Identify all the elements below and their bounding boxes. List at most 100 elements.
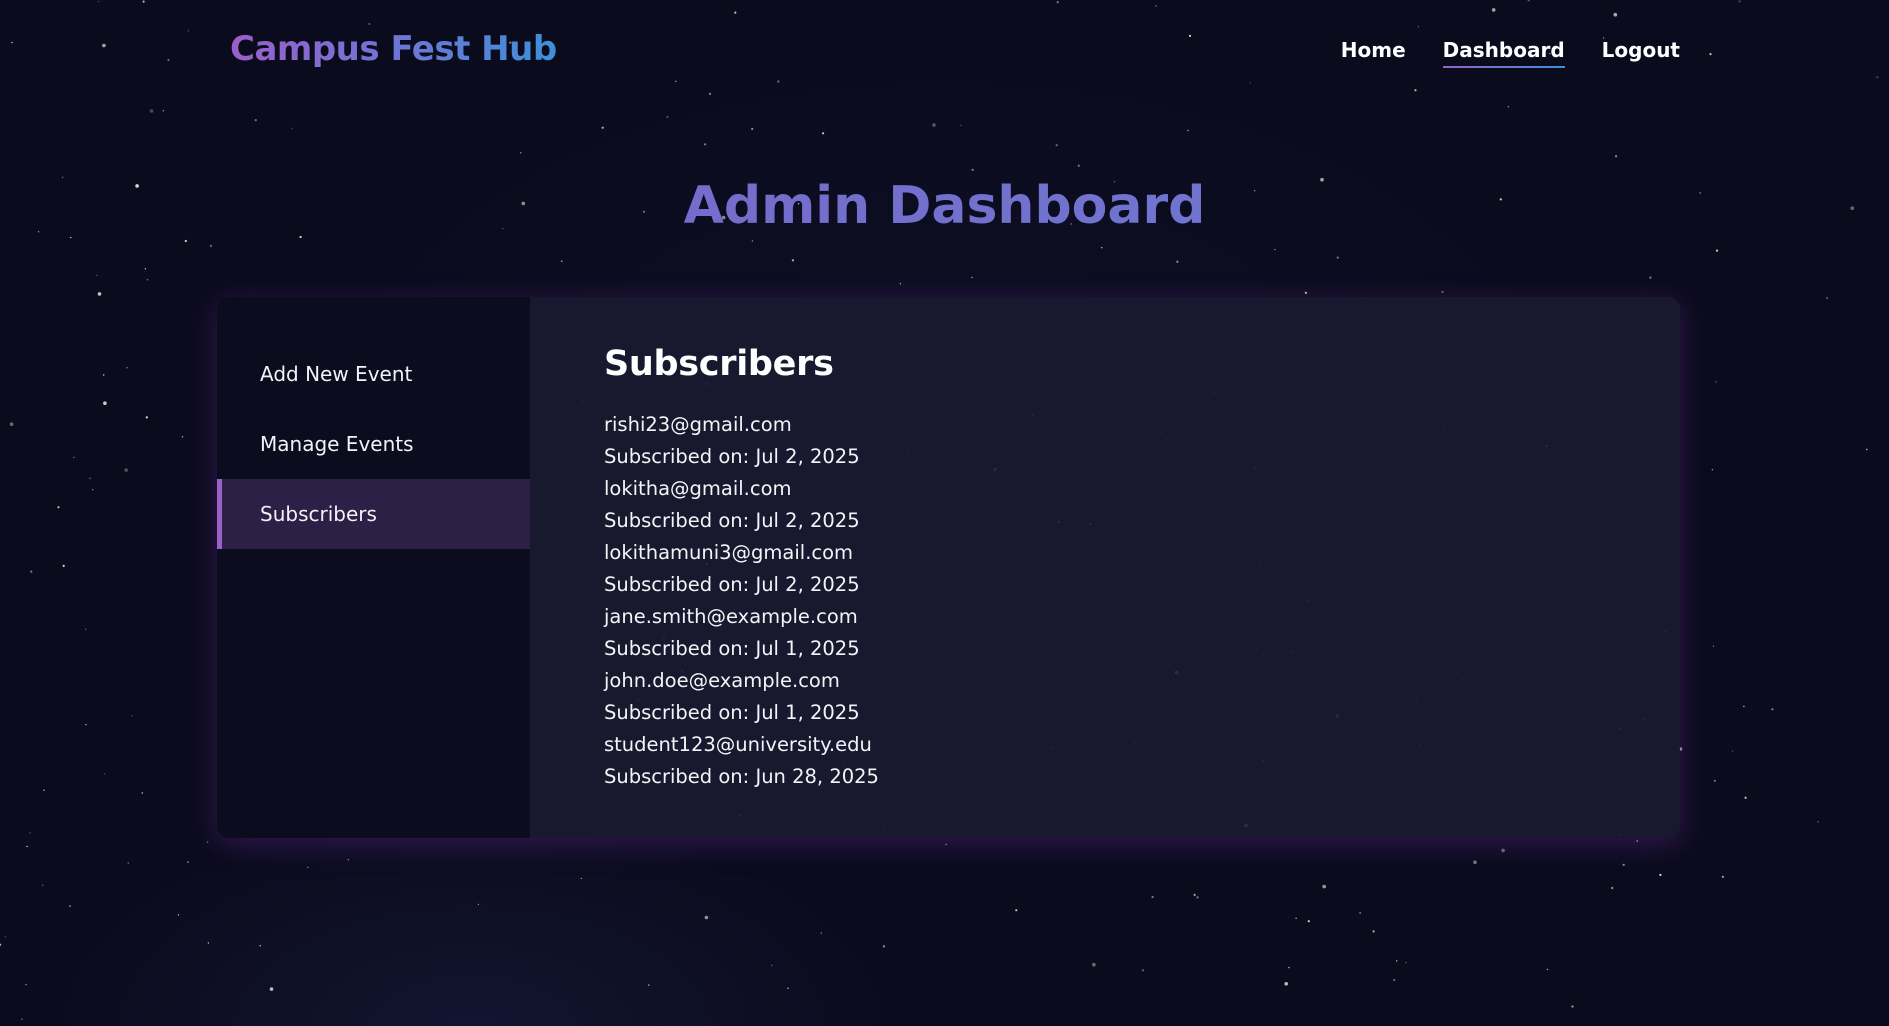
star-dot xyxy=(1176,260,1179,263)
top-navbar: Campus Fest Hub Home Dashboard Logout xyxy=(0,0,1889,104)
star-dot xyxy=(1611,886,1614,890)
star-dot xyxy=(787,987,789,989)
subscriber-email: lokitha@gmail.com xyxy=(604,477,792,500)
star-dot xyxy=(181,436,184,438)
star-dot xyxy=(1712,645,1715,647)
star-dot xyxy=(4,936,7,938)
star-dot xyxy=(146,279,149,281)
star-dot xyxy=(1405,962,1407,964)
star-dot xyxy=(899,283,902,285)
star-dot xyxy=(1715,249,1719,252)
star-dot xyxy=(141,792,143,794)
star-dot xyxy=(43,789,45,791)
subscribers-content: Subscribers rishi23@gmail.com Subscribed… xyxy=(530,297,1680,838)
star-dot xyxy=(771,964,773,966)
star-dot xyxy=(1359,912,1361,914)
star-dot xyxy=(1101,247,1103,249)
star-dot xyxy=(127,862,129,864)
star-dot xyxy=(1622,863,1625,866)
star-dot xyxy=(85,723,87,726)
star-dot xyxy=(1077,164,1080,167)
star-dot xyxy=(291,127,293,130)
star-dot xyxy=(104,773,106,775)
star-dot xyxy=(30,570,33,573)
subscriber-email: rishi23@gmail.com xyxy=(604,413,792,436)
main-nav: Home Dashboard Logout xyxy=(1341,38,1680,68)
star-dot xyxy=(1141,969,1144,972)
star-dot xyxy=(1092,962,1096,967)
star-dot xyxy=(89,477,91,479)
star-dot xyxy=(0,943,2,946)
star-dot xyxy=(1295,917,1297,919)
star-dot xyxy=(477,903,480,906)
star-dot xyxy=(820,932,822,934)
star-dot xyxy=(520,152,522,154)
star-dot xyxy=(1055,144,1058,147)
star-dot xyxy=(822,132,825,135)
subscribed-date: Subscribed on: Jun 28, 2025 xyxy=(604,765,879,788)
star-dot xyxy=(1284,982,1288,986)
star-dot xyxy=(932,123,936,127)
nav-home-link[interactable]: Home xyxy=(1341,38,1406,66)
star-dot xyxy=(1636,840,1638,842)
subscriber-item: jane.smith@example.com Subscribed on: Ju… xyxy=(604,601,1680,665)
star-dot xyxy=(62,564,65,568)
star-dot xyxy=(1546,968,1549,971)
star-dot xyxy=(103,401,107,406)
star-dot xyxy=(57,506,60,509)
sidebar-item-add-new-event[interactable]: Add New Event xyxy=(217,339,530,409)
star-dot xyxy=(184,239,187,243)
star-dot xyxy=(1288,966,1290,969)
subscribed-date: Subscribed on: Jul 1, 2025 xyxy=(604,701,860,724)
subscriber-item: rishi23@gmail.com Subscribed on: Jul 2, … xyxy=(604,409,1680,473)
star-dot xyxy=(307,866,309,868)
star-dot xyxy=(207,942,210,944)
section-title: Subscribers xyxy=(604,344,834,384)
subscriber-item: lokitha@gmail.com Subscribed on: Jul 2, … xyxy=(604,473,1680,537)
star-dot xyxy=(131,715,133,717)
star-dot xyxy=(96,274,98,276)
star-dot xyxy=(1196,896,1199,899)
subscriber-item: student123@university.edu Subscribed on:… xyxy=(604,729,1680,793)
star-dot xyxy=(704,915,709,920)
page-title: Admin Dashboard xyxy=(0,176,1889,236)
star-dot xyxy=(206,841,209,843)
star-dot xyxy=(299,235,302,239)
star-dot xyxy=(1771,708,1774,711)
subscriber-list: rishi23@gmail.com Subscribed on: Jul 2, … xyxy=(604,409,1680,793)
star-dot xyxy=(42,884,44,886)
sidebar-item-manage-events[interactable]: Manage Events xyxy=(217,409,530,479)
star-dot xyxy=(882,945,886,948)
star-dot xyxy=(144,268,147,270)
star-dot xyxy=(1731,750,1734,752)
star-dot xyxy=(1866,448,1868,451)
star-dot xyxy=(1015,909,1018,912)
star-dot xyxy=(1274,248,1276,251)
sidebar-item-subscribers[interactable]: Subscribers xyxy=(217,479,530,549)
star-dot xyxy=(97,292,102,296)
subscribed-date: Subscribed on: Jul 2, 2025 xyxy=(604,445,860,468)
subscriber-email: student123@university.edu xyxy=(604,733,872,756)
star-dot xyxy=(126,367,128,369)
star-dot xyxy=(1396,960,1398,962)
star-dot xyxy=(1571,1005,1574,1008)
star-dot xyxy=(1649,276,1652,279)
star-dot xyxy=(945,843,947,846)
star-dot xyxy=(85,628,87,630)
nav-logout-link[interactable]: Logout xyxy=(1602,38,1680,66)
star-dot xyxy=(1507,106,1510,108)
star-dot xyxy=(1743,705,1745,708)
site-logo[interactable]: Campus Fest Hub xyxy=(230,29,557,69)
star-dot xyxy=(177,914,180,916)
subscriber-item: john.doe@example.com Subscribed on: Jul … xyxy=(604,665,1680,729)
star-dot xyxy=(666,115,669,118)
star-dot xyxy=(580,877,582,880)
star-dot xyxy=(1721,875,1724,878)
star-dot xyxy=(1187,129,1189,132)
star-dot xyxy=(209,244,212,247)
subscriber-email: lokithamuni3@gmail.com xyxy=(604,541,854,564)
star-dot xyxy=(1473,860,1477,864)
nav-dashboard-link[interactable]: Dashboard xyxy=(1442,38,1565,68)
subscriber-email: john.doe@example.com xyxy=(604,669,840,692)
star-dot xyxy=(1659,873,1662,877)
